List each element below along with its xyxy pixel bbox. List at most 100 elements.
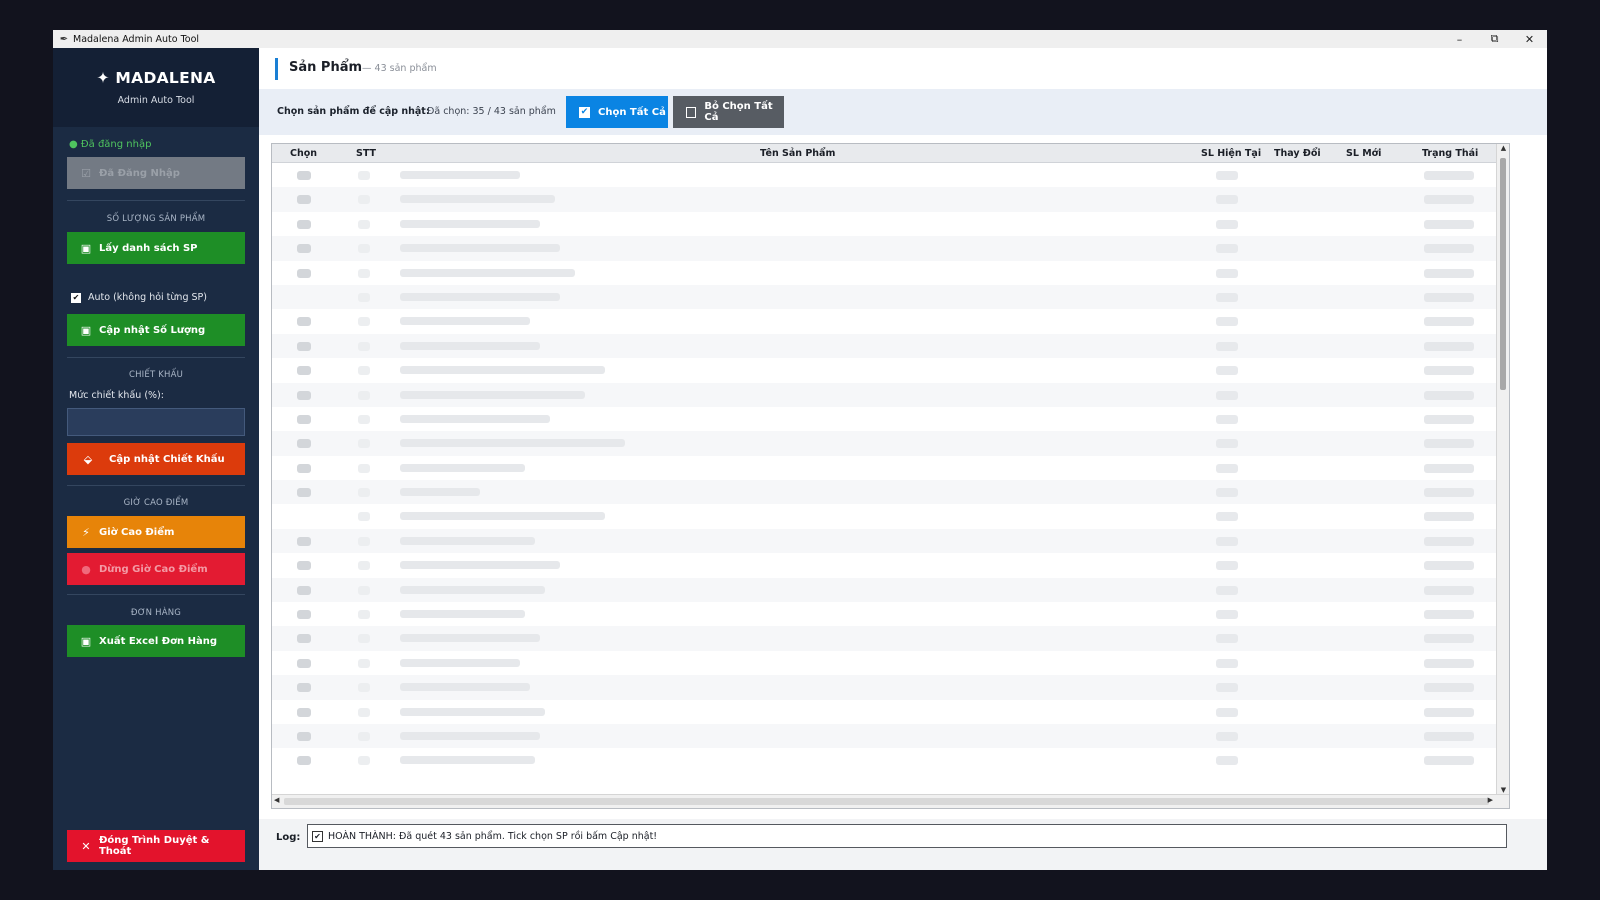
table-row[interactable] <box>272 284 1497 310</box>
update-quantity-button[interactable]: ▣ Cập nhật Số Lượng <box>67 314 245 346</box>
row-checkbox[interactable] <box>297 390 311 400</box>
row-current-qty <box>1216 341 1238 351</box>
row-checkbox[interactable] <box>297 658 311 668</box>
row-checkbox[interactable] <box>297 707 311 717</box>
selected-count: Đã chọn: 35 / 43 sản phẩm <box>427 106 556 117</box>
table-row[interactable] <box>272 700 1497 724</box>
page-title: Sản Phẩm <box>289 60 363 75</box>
row-checkbox[interactable] <box>297 463 311 473</box>
row-checkbox[interactable] <box>297 756 311 766</box>
row-checkbox[interactable] <box>297 683 311 693</box>
table-header: Chọn STT Tên Sản Phẩm SL Hiện Tại Thay Đ… <box>272 144 1497 163</box>
table-row[interactable] <box>272 456 1497 480</box>
brand: ✦ MADALENA Admin Auto Tool <box>53 48 259 127</box>
row-checkbox[interactable] <box>297 341 311 351</box>
row-checkbox[interactable] <box>297 171 311 180</box>
row-current-qty <box>1216 683 1238 693</box>
table-row[interactable] <box>272 723 1497 749</box>
row-checkbox[interactable] <box>297 610 311 620</box>
divider <box>67 485 245 486</box>
update-discount-button[interactable]: ⬙ Cập nhật Chiết Khấu <box>67 443 245 475</box>
row-checkbox[interactable] <box>297 439 311 449</box>
table-row[interactable] <box>272 382 1497 407</box>
row-current-qty <box>1216 439 1238 449</box>
column-header-select[interactable]: Chọn <box>290 148 317 159</box>
column-header-name[interactable]: Tên Sản Phẩm <box>760 148 835 159</box>
peak-hours-button[interactable]: ⚡ Giờ Cao Điểm <box>67 516 245 548</box>
table-row[interactable] <box>272 431 1497 456</box>
scroll-right-icon[interactable]: ▶ <box>1488 796 1493 804</box>
row-current-qty <box>1216 512 1238 522</box>
restore-button[interactable]: ⧉ <box>1477 30 1512 48</box>
row-index <box>358 414 370 424</box>
get-product-list-button[interactable]: ▣ Lấy danh sách SP <box>67 232 245 264</box>
table-row[interactable] <box>272 212 1497 236</box>
table-row[interactable] <box>272 504 1497 528</box>
discount-input[interactable] <box>67 408 245 436</box>
table-row[interactable] <box>272 675 1497 700</box>
table-row[interactable] <box>272 163 1497 187</box>
login-button[interactable]: ☑ Đã Đăng Nhập <box>67 157 245 189</box>
row-checkbox[interactable] <box>297 731 311 741</box>
table-row[interactable] <box>272 528 1497 554</box>
stop-peak-hours-button[interactable]: ● Dừng Giờ Cao Điểm <box>67 553 245 585</box>
horizontal-scrollbar[interactable]: ◀ ▶ <box>272 794 1509 808</box>
auto-checkbox[interactable]: ✔ Auto (không hỏi từng SP) <box>71 292 207 303</box>
column-header-current-qty[interactable]: SL Hiện Tại <box>1201 148 1261 159</box>
column-header-change[interactable]: Thay Đổi <box>1274 148 1321 159</box>
select-all-button[interactable]: ✔ Chọn Tất Cả <box>566 96 668 128</box>
table-row[interactable] <box>272 407 1497 431</box>
select-all-label: Chọn Tất Cả <box>598 106 666 118</box>
table-row[interactable] <box>272 309 1497 333</box>
row-checkbox[interactable] <box>297 536 311 546</box>
row-checkbox[interactable] <box>297 585 311 595</box>
row-checkbox[interactable] <box>297 488 311 498</box>
row-checkbox[interactable] <box>297 244 311 254</box>
row-checkbox[interactable] <box>297 634 311 644</box>
table-row[interactable] <box>272 187 1497 212</box>
close-button[interactable]: ✕ <box>1512 30 1547 48</box>
stop-circle-icon: ● <box>81 562 91 576</box>
column-header-status[interactable]: Trạng Thái <box>1422 148 1478 159</box>
row-index <box>358 317 370 327</box>
table-row[interactable] <box>272 236 1497 261</box>
scrollbar-thumb[interactable] <box>284 798 1489 805</box>
scrollbar-thumb[interactable] <box>1500 158 1506 390</box>
row-checkbox[interactable] <box>297 317 311 327</box>
table-row[interactable] <box>272 626 1497 651</box>
row-checkbox[interactable] <box>297 366 311 376</box>
row-checkbox[interactable] <box>297 219 311 229</box>
table-row[interactable] <box>272 261 1497 285</box>
scroll-left-icon[interactable]: ◀ <box>274 796 279 804</box>
row-checkbox[interactable] <box>297 268 311 278</box>
export-excel-button[interactable]: ▣ Xuất Excel Đơn Hàng <box>67 625 245 657</box>
scroll-down-icon[interactable]: ▼ <box>1497 786 1510 794</box>
row-current-qty <box>1216 171 1238 180</box>
table-row[interactable] <box>272 651 1497 675</box>
table-row[interactable] <box>272 480 1497 505</box>
vertical-scrollbar[interactable]: ▲ ▼ <box>1496 144 1509 794</box>
row-status <box>1424 195 1474 205</box>
table-row[interactable] <box>272 358 1497 382</box>
deselect-all-button[interactable]: Bỏ Chọn Tất Cả <box>673 96 784 128</box>
row-checkbox[interactable] <box>297 561 311 571</box>
scroll-up-icon[interactable]: ▲ <box>1497 144 1510 152</box>
row-checkbox[interactable] <box>297 195 311 205</box>
section-orders-heading: ĐƠN HÀNG <box>130 608 182 618</box>
header-accent-bar <box>275 58 278 80</box>
table-row[interactable] <box>272 333 1497 359</box>
minimize-button[interactable]: – <box>1442 30 1477 48</box>
divider <box>67 357 245 358</box>
column-header-new-qty[interactable]: SL Mới <box>1346 148 1381 159</box>
row-index <box>358 634 370 644</box>
row-checkbox[interactable] <box>297 414 311 424</box>
row-product-name <box>400 268 575 277</box>
table-row[interactable] <box>272 553 1497 577</box>
table-row[interactable] <box>272 748 1497 772</box>
table-row[interactable] <box>272 602 1497 626</box>
close-browser-exit-button[interactable]: ✕ Đóng Trình Duyệt & Thoát <box>67 830 245 862</box>
row-current-qty <box>1216 366 1238 376</box>
table-row[interactable] <box>272 577 1497 603</box>
row-current-qty <box>1216 658 1238 668</box>
column-header-index[interactable]: STT <box>356 148 376 159</box>
